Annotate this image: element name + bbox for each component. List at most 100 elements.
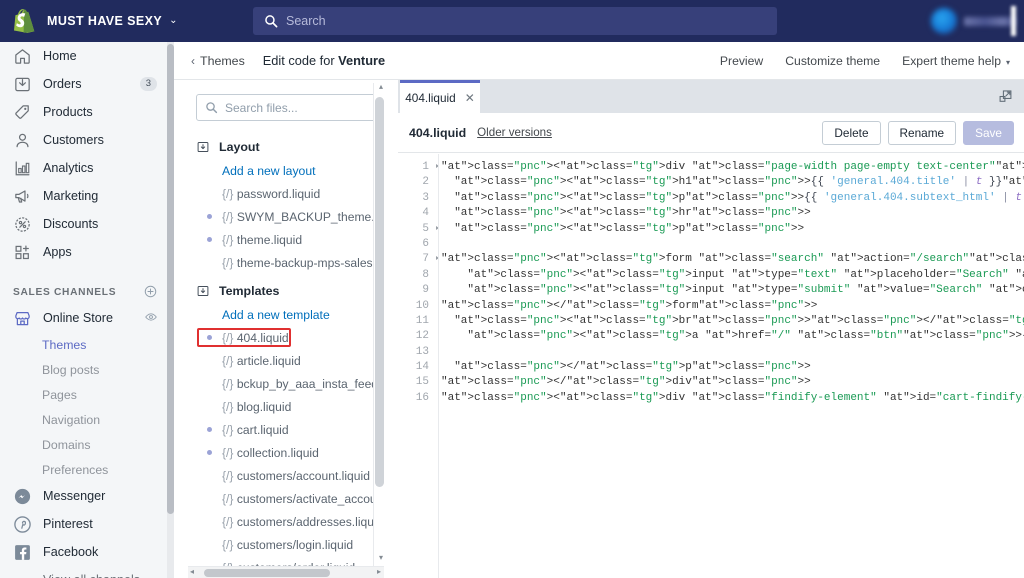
sidebar-item-pinterest[interactable]: Pinterest	[0, 510, 174, 538]
expand-fullscreen-icon[interactable]	[994, 85, 1016, 107]
sidebar-item-domains[interactable]: Domains	[0, 432, 174, 457]
sidebar-item-home[interactable]: Home	[0, 42, 174, 70]
code-line[interactable]: "at">class="pnc"><"at">class="tg">h1"at"…	[441, 175, 1024, 190]
editor-tab-404-liquid[interactable]: 404.liquid ✕	[400, 80, 480, 113]
chevron-left-icon: ‹	[191, 54, 195, 68]
tree-file-article-liquid[interactable]: {/} article.liquid	[174, 349, 384, 372]
code-line[interactable]: "at">class="pnc"><"at">class="tg">p"at">…	[441, 222, 1024, 237]
sidebar-item-themes[interactable]: Themes	[0, 332, 174, 357]
user-menu[interactable]	[931, 0, 1016, 42]
tree-file-404-liquid[interactable]: {/} 404.liquid	[174, 326, 384, 349]
file-icon: {/}	[222, 446, 233, 460]
scroll-down-arrow[interactable]: ▾	[379, 554, 383, 562]
sidebar-item-products[interactable]: Products	[0, 98, 174, 126]
eye-icon[interactable]	[144, 310, 158, 329]
code-line[interactable]: "at">class="pnc"><"at">class="tg">form "…	[441, 252, 1024, 267]
chevron-down-icon[interactable]: ⌄	[169, 16, 177, 26]
line-number: 1	[398, 160, 432, 175]
scroll-up-arrow[interactable]: ▴	[379, 83, 383, 91]
sidebar-item-discounts[interactable]: Discounts	[0, 210, 174, 238]
sidebar-scrollbar-thumb[interactable]	[167, 44, 174, 514]
preview-link[interactable]: Preview	[720, 54, 763, 68]
code-line[interactable]: "at">class="pnc"><"at">class="tg">input …	[441, 283, 1024, 298]
close-icon[interactable]: ✕	[465, 92, 475, 104]
tree-file-password-liquid[interactable]: {/} password.liquid	[174, 182, 384, 205]
code-line[interactable]: "at">class="pnc"><"at">class="tg">p"at">…	[441, 191, 1024, 206]
tree-file-collection-liquid[interactable]: {/} collection.liquid	[174, 441, 384, 464]
sidebar-item-facebook[interactable]: Facebook	[0, 538, 174, 566]
sidebar-scrollbar[interactable]	[167, 42, 174, 578]
expert-theme-help-link[interactable]: Expert theme help▾	[902, 54, 1010, 68]
tree-file-blog-liquid[interactable]: {/} blog.liquid	[174, 395, 384, 418]
code-content[interactable]: "at">class="pnc"><"at">class="tg">div "a…	[441, 160, 1024, 406]
tree-section-layout[interactable]: Layout	[174, 134, 384, 159]
editor-file-toolbar: 404.liquid Older versions Delete Rename …	[398, 113, 1024, 153]
file-tree-panel: Search files... Layout Add a new layout …	[174, 80, 398, 578]
code-line[interactable]: "at">class="pnc"><"at">class="tg">div "a…	[441, 160, 1024, 175]
tree-file-swym-backup-theme-liquid[interactable]: {/} SWYM_BACKUP_theme.liquid	[174, 205, 384, 228]
code-line[interactable]: "at">class="pnc"></"at">class="tg">div"a…	[441, 375, 1024, 390]
search-icon	[205, 101, 218, 114]
code-line[interactable]: "at">class="pnc"><"at">class="tg">div "a…	[441, 391, 1024, 406]
tree-file-label: {/} article.liquid	[222, 354, 301, 368]
avatar[interactable]	[931, 8, 957, 34]
code-line[interactable]	[441, 345, 1024, 360]
older-versions-link[interactable]: Older versions	[477, 126, 552, 139]
sidebar-item-preferences[interactable]: Preferences	[0, 457, 174, 482]
code-line[interactable]: "at">class="pnc"><"at">class="tg">br"at"…	[441, 314, 1024, 329]
tree-file-theme-liquid[interactable]: {/} theme.liquid	[174, 228, 384, 251]
tree-file-customers-activate-account-liquid[interactable]: {/} customers/activate_account.lic	[174, 487, 384, 510]
sidebar-item-customers[interactable]: Customers	[0, 126, 174, 154]
sidebar-item-marketing[interactable]: Marketing	[0, 182, 174, 210]
code-line[interactable]: "at">class="pnc"></"at">class="tg">p"at"…	[441, 360, 1024, 375]
sidebar-item-orders[interactable]: Orders 3	[0, 70, 174, 98]
scroll-right-arrow[interactable]: ▸	[377, 568, 381, 576]
code-line[interactable]: "at">class="pnc"></"at">class="tg">form"…	[441, 299, 1024, 314]
tree-file-bckup-insta-feed[interactable]: {/} bckup_by_aaa_insta_feed_inde	[174, 372, 384, 395]
file-tree-hscrollbar-thumb[interactable]	[204, 569, 330, 577]
plus-circle-icon[interactable]	[143, 284, 158, 304]
scroll-left-arrow[interactable]: ◂	[190, 568, 194, 576]
shopify-admin-window: MUST HAVE SEXY ⌄ Search Home	[0, 0, 1024, 578]
customize-theme-link[interactable]: Customize theme	[785, 54, 880, 68]
store-name[interactable]: MUST HAVE SEXY	[47, 14, 162, 28]
sidebar-item-view-all-channels[interactable]: View all channels	[0, 566, 174, 578]
sidebar-item-label: Pages	[42, 388, 77, 402]
tree-file-theme-backup-mps-sales-not[interactable]: {/} theme-backup-mps-sales-not	[174, 251, 384, 274]
back-to-themes-link[interactable]: ‹ Themes	[191, 54, 245, 68]
sidebar-item-apps[interactable]: Apps	[0, 238, 174, 266]
tree-file-customers-addresses-liquid[interactable]: {/} customers/addresses.liquid	[174, 510, 384, 533]
tree-file-name: 404.liquid	[237, 331, 289, 345]
rename-button[interactable]: Rename	[888, 121, 957, 145]
sidebar-item-analytics[interactable]: Analytics	[0, 154, 174, 182]
theme-name: Venture	[338, 53, 385, 68]
line-number: 3	[398, 191, 432, 206]
tree-file-customers-login-liquid[interactable]: {/} customers/login.liquid	[174, 533, 384, 556]
sidebar-item-pages[interactable]: Pages	[0, 382, 174, 407]
tree-file-name: blog.liquid	[237, 400, 291, 414]
sidebar-item-navigation[interactable]: Navigation	[0, 407, 174, 432]
add-new-layout-link[interactable]: Add a new layout	[174, 159, 384, 182]
sidebar-item-label: Discounts	[43, 217, 98, 231]
delete-button[interactable]: Delete	[822, 121, 880, 145]
code-area[interactable]: 12345678910111213141516 "at">class="pnc"…	[398, 154, 1024, 578]
sidebar-item-blog-posts[interactable]: Blog posts	[0, 357, 174, 382]
tree-section-templates[interactable]: Templates	[174, 278, 384, 303]
line-number: 4	[398, 206, 432, 221]
search-files-input[interactable]: Search files...	[196, 94, 376, 121]
file-tree-scrollbar-thumb[interactable]	[375, 97, 384, 487]
code-line[interactable]: "at">class="pnc"><"at">class="tg">input …	[441, 268, 1024, 283]
code-line[interactable]	[441, 237, 1024, 252]
tree-file-label: {/} cart.liquid	[222, 423, 289, 437]
tree-file-customers-account-liquid[interactable]: {/} customers/account.liquid	[174, 464, 384, 487]
file-tree-horizontal-scrollbar[interactable]: ◂ ▸	[188, 566, 384, 578]
add-new-template-link[interactable]: Add a new template	[174, 303, 384, 326]
sidebar-item-messenger[interactable]: Messenger	[0, 482, 174, 510]
code-line[interactable]: "at">class="pnc"><"at">class="tg">hr"at"…	[441, 206, 1024, 221]
code-line[interactable]: "at">class="pnc"><"at">class="tg">a "at"…	[441, 329, 1024, 344]
tree-file-cart-liquid[interactable]: {/} cart.liquid	[174, 418, 384, 441]
file-tree-vertical-scrollbar[interactable]	[373, 83, 384, 571]
save-button[interactable]: Save	[963, 121, 1014, 145]
global-search-input[interactable]: Search	[253, 7, 777, 35]
sidebar-item-online-store[interactable]: Online Store	[0, 304, 174, 332]
